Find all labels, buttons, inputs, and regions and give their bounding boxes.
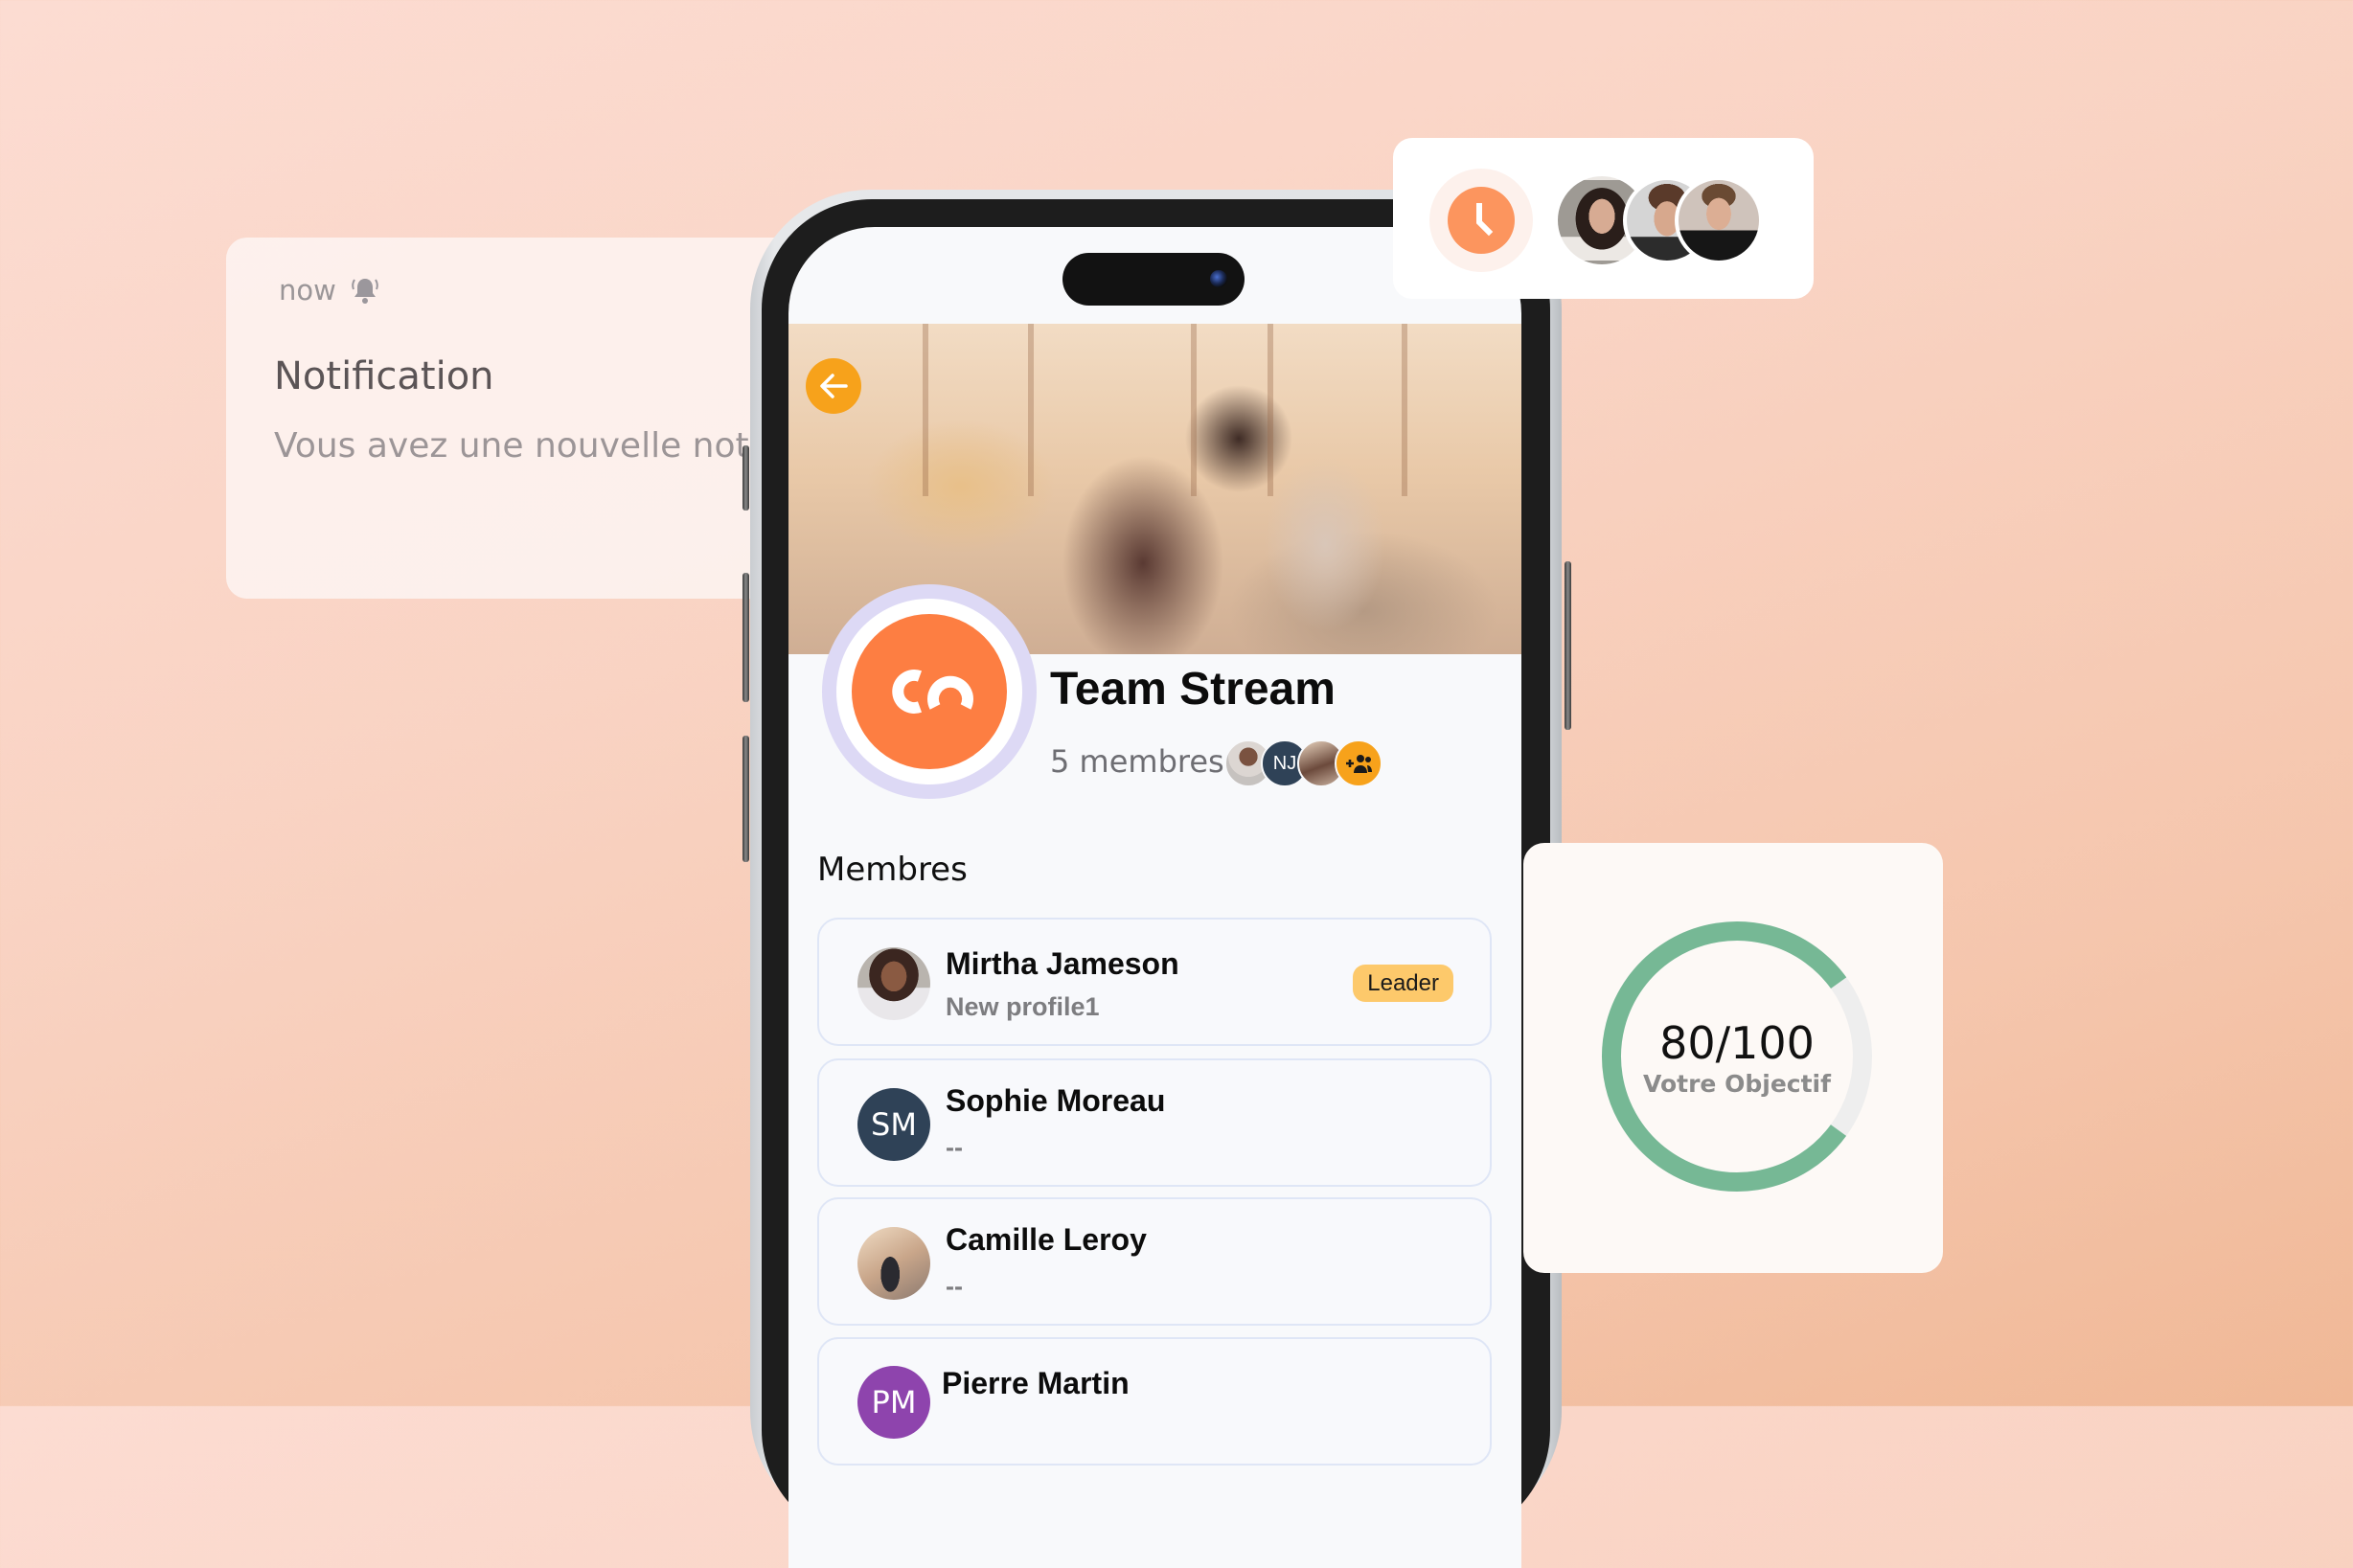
member-card[interactable]: SM Sophie Moreau -- — [817, 1058, 1492, 1187]
bell-ringing-icon — [351, 274, 379, 307]
member-name: Mirtha Jameson — [946, 946, 1179, 981]
member-avatar-photo — [857, 947, 930, 1020]
member-card[interactable]: PM Pierre Martin — [817, 1337, 1492, 1466]
member-avatar-initials: SM — [857, 1088, 930, 1161]
member-name: Camille Leroy — [946, 1222, 1147, 1257]
member-subtitle: -- — [946, 1133, 963, 1162]
notification-body: Vous avez une nouvelle notif — [274, 426, 771, 466]
add-member-button[interactable] — [1335, 739, 1382, 787]
team-logo — [822, 584, 1037, 799]
member-card[interactable]: Mirtha Jameson New profile1 Leader — [817, 918, 1492, 1046]
phone-power-button — [1565, 561, 1571, 730]
camera-icon — [1210, 270, 1227, 287]
add-group-icon — [1346, 755, 1372, 773]
member-count: 5 membres — [1050, 743, 1224, 780]
goal-value: 80/100 — [1659, 1017, 1815, 1069]
goal-caption: Votre Objectif — [1643, 1070, 1831, 1098]
member-card[interactable]: Camille Leroy -- — [817, 1197, 1492, 1326]
activity-card — [1393, 138, 1814, 299]
team-name: Team Stream — [1050, 664, 1336, 715]
phone-action-button — [742, 445, 749, 511]
member-subtitle: -- — [946, 1272, 963, 1301]
leader-badge: Leader — [1353, 965, 1453, 1002]
avatar-initials: SM — [871, 1106, 917, 1143]
notification-title: Notification — [274, 354, 494, 398]
phone-volume-down-button — [742, 736, 749, 862]
clock-icon — [1448, 187, 1515, 254]
member-subtitle: New profile1 — [946, 992, 1100, 1021]
member-name: Sophie Moreau — [946, 1083, 1166, 1118]
team-logo-mark-icon — [892, 670, 973, 714]
notification-card[interactable]: now Notification Vous avez une nouvelle … — [226, 238, 801, 599]
back-button[interactable] — [806, 358, 861, 414]
members-section-title: Membres — [817, 851, 968, 889]
avatar-initials: PM — [871, 1384, 917, 1420]
notification-time: now — [279, 274, 336, 307]
dynamic-island — [1062, 253, 1245, 306]
clock-halo — [1429, 169, 1533, 272]
phone-volume-up-button — [742, 573, 749, 702]
arrow-left-icon — [820, 374, 848, 398]
member-name: Pierre Martin — [942, 1366, 1130, 1400]
member-avatar-photo — [857, 1227, 930, 1300]
avatar-initials: NJ — [1272, 752, 1297, 774]
member-avatar-initials: PM — [857, 1366, 930, 1439]
participant-avatar[interactable] — [1675, 176, 1763, 264]
